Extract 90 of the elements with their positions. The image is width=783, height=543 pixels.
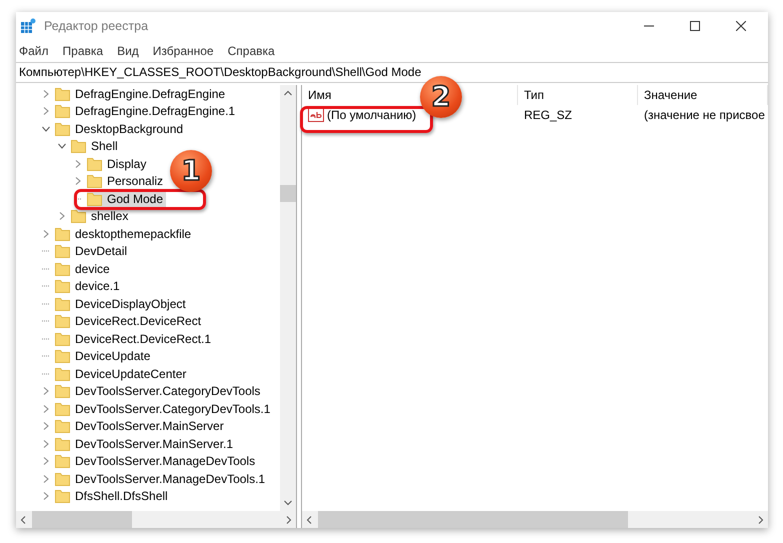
tree-item[interactable]: DevToolsServer.CategoryDevTools xyxy=(55,383,264,400)
tree-item[interactable]: DevToolsServer.ManageDevTools.1 xyxy=(55,470,268,487)
menu-item[interactable]: Правка xyxy=(62,44,104,58)
folder-icon xyxy=(55,472,70,486)
column-header[interactable]: Значение xyxy=(638,85,768,105)
menu-item[interactable]: Файл xyxy=(19,44,49,58)
folder-icon xyxy=(55,262,70,276)
expand-icon[interactable] xyxy=(42,404,50,413)
expand-icon[interactable] xyxy=(58,212,66,220)
scroll-right-icon[interactable] xyxy=(286,516,292,524)
horizontal-scrollbar[interactable] xyxy=(302,511,768,528)
tree-item[interactable]: DefragEngine.DefragEngine xyxy=(55,86,228,102)
value-type: REG_SZ xyxy=(523,108,574,122)
tree-item[interactable]: DfsShell.DfsShell xyxy=(55,488,171,504)
tree-item[interactable]: Display xyxy=(87,156,150,172)
column-header[interactable]: Тип xyxy=(518,85,638,105)
menu-item[interactable]: Вид xyxy=(117,44,139,58)
folder-icon xyxy=(55,314,70,328)
folder-icon xyxy=(55,436,70,451)
tree-item[interactable]: DeviceRect.DeviceRect xyxy=(55,313,204,330)
close-icon[interactable] xyxy=(736,21,746,31)
expand-icon[interactable] xyxy=(42,457,50,466)
value-name[interactable]: (По умолчанию) xyxy=(327,108,416,122)
scroll-right-icon[interactable] xyxy=(758,516,764,524)
string-value-icon xyxy=(308,108,324,122)
folder-icon xyxy=(55,332,70,346)
tree-item[interactable]: DefragEngine.DefragEngine.1 xyxy=(55,103,238,120)
collapse-icon[interactable] xyxy=(58,142,66,150)
scrollbar-thumb[interactable] xyxy=(32,511,132,528)
scroll-left-icon[interactable] xyxy=(306,516,312,524)
value-data: (значение не присвое xyxy=(643,108,766,122)
tree-item[interactable]: desktopthemepackfile xyxy=(55,226,194,242)
horizontal-scrollbar[interactable] xyxy=(16,511,296,528)
folder-icon xyxy=(55,244,70,258)
expand-icon[interactable] xyxy=(42,107,50,116)
expand-icon[interactable] xyxy=(42,474,50,483)
tree-item[interactable]: DevToolsServer.MainServer xyxy=(55,418,227,434)
app-icon xyxy=(20,18,36,34)
folder-icon xyxy=(55,489,70,504)
menu-item[interactable]: Справка xyxy=(228,44,275,58)
expand-icon[interactable] xyxy=(42,422,50,430)
folder-icon xyxy=(55,419,70,434)
scroll-up-icon[interactable] xyxy=(284,90,292,96)
folder-icon xyxy=(55,279,70,294)
collapse-icon[interactable] xyxy=(42,124,50,133)
tree-item[interactable]: DevDetail xyxy=(55,243,130,260)
expand-icon[interactable] xyxy=(74,177,82,186)
expand-icon[interactable] xyxy=(42,440,50,448)
tree-item[interactable]: DevToolsServer.ManageDevTools xyxy=(55,453,258,470)
vertical-scrollbar[interactable] xyxy=(280,85,296,511)
folder-icon xyxy=(55,226,70,241)
window-title: Редактор реестра xyxy=(44,19,148,33)
scroll-left-icon[interactable] xyxy=(20,516,26,524)
folder-icon xyxy=(55,384,70,398)
folder-icon xyxy=(87,156,102,171)
folder-icon xyxy=(55,122,70,136)
expand-icon[interactable] xyxy=(42,387,50,396)
address-field[interactable]: Компьютер\HKEY_CLASSES_ROOT\DesktopBackground\Shell\God Mode xyxy=(16,62,768,83)
folder-icon xyxy=(87,174,102,188)
tree-item[interactable]: device xyxy=(55,260,113,277)
folder-icon xyxy=(71,139,86,154)
folder-icon xyxy=(87,192,102,206)
expand-icon[interactable] xyxy=(42,90,50,98)
tree-item[interactable]: Personaliz xyxy=(87,173,166,190)
tree-item[interactable]: DeviceUpdate xyxy=(55,348,154,364)
expand-icon[interactable] xyxy=(42,230,50,238)
tree-item[interactable]: shellex xyxy=(71,208,132,224)
folder-icon xyxy=(55,296,70,311)
folder-icon xyxy=(55,86,70,101)
menu-item[interactable]: Избранное xyxy=(152,44,214,58)
tree-item[interactable]: DeviceRect.DeviceRect.1 xyxy=(55,330,214,347)
folder-icon xyxy=(55,104,70,118)
tree-item[interactable]: DeviceDisplayObject xyxy=(55,296,189,312)
folder-icon xyxy=(55,366,70,381)
expand-icon[interactable] xyxy=(42,492,50,500)
tree-item[interactable]: DevToolsServer.MainServer.1 xyxy=(55,436,236,452)
folder-icon xyxy=(55,349,70,364)
scrollbar-thumb[interactable] xyxy=(318,511,628,528)
expand-icon[interactable] xyxy=(74,160,82,168)
maximize-icon[interactable] xyxy=(690,21,700,31)
scrollbar-thumb[interactable] xyxy=(280,185,296,202)
tree-item[interactable]: Shell xyxy=(71,138,121,154)
folder-icon xyxy=(55,454,70,468)
tree-item[interactable]: device.1 xyxy=(55,278,123,294)
tree-item[interactable]: DesktopBackground xyxy=(55,120,186,137)
tree-item[interactable]: DeviceUpdateCenter xyxy=(55,366,190,382)
scroll-down-icon[interactable] xyxy=(284,500,292,506)
folder-icon xyxy=(55,402,70,416)
tree-item[interactable]: DevToolsServer.CategoryDevTools.1 xyxy=(55,400,274,417)
folder-icon xyxy=(71,209,86,224)
